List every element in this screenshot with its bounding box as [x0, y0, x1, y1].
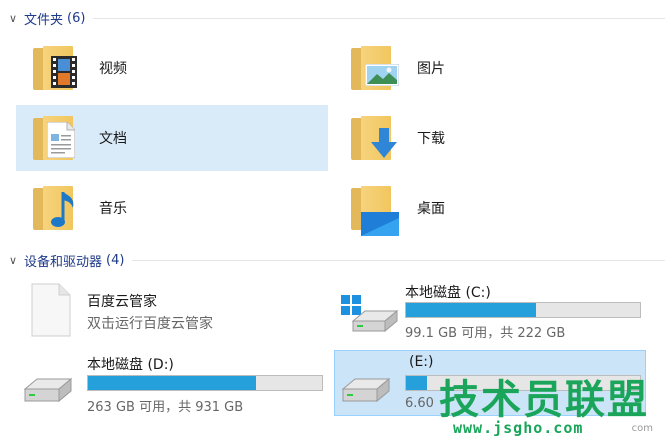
- folders-group-header[interactable]: ∨ 文件夹 (6): [0, 7, 669, 29]
- folders-group-count: (6): [67, 10, 86, 26]
- folder-label: 图片: [417, 61, 445, 77]
- folder-label: 视频: [99, 61, 127, 77]
- hard-drive-icon: [23, 377, 73, 403]
- videos-folder-icon: [29, 40, 85, 96]
- folder-tile-downloads[interactable]: 下载: [334, 105, 646, 171]
- blank-file-icon: [31, 283, 71, 337]
- devices-group-title: 设备和驱动器: [24, 254, 103, 270]
- drive-name: 本地磁盘 (C:): [405, 285, 491, 301]
- folder-label: 文档: [99, 131, 127, 147]
- group-divider: [93, 17, 665, 19]
- drive-usage-bar: [87, 375, 323, 391]
- group-divider: [132, 259, 665, 261]
- app-tile-baidu-cloud[interactable]: 百度云管家 双击运行百度云管家: [16, 278, 328, 340]
- drive-free-space: 99.1 GB 可用，共 222 GB: [405, 326, 566, 341]
- drive-usage-fill: [88, 376, 256, 390]
- chevron-down-icon[interactable]: ∨: [2, 12, 24, 25]
- folder-tile-videos[interactable]: 视频: [16, 35, 328, 101]
- drive-tile-c[interactable]: 本地磁盘 (C:) 99.1 GB 可用，共 222 GB: [334, 278, 646, 341]
- watermark-url: www.jsgho.com: [453, 419, 584, 437]
- drive-usage-fill: [406, 303, 536, 317]
- folder-tile-desktop[interactable]: 桌面: [334, 175, 646, 241]
- hard-drive-icon: [341, 377, 391, 403]
- explorer-this-pc: ∨ 文件夹 (6) 视频 图片 文档 下载 音乐 桌面 ∨ 设备和驱动器 (4)…: [0, 0, 669, 445]
- app-name: 百度云管家: [87, 294, 157, 310]
- pictures-folder-icon: [347, 40, 403, 96]
- drive-free-space: 263 GB 可用，共 931 GB: [87, 400, 244, 415]
- desktop-folder-icon: [347, 180, 403, 236]
- devices-group-header[interactable]: ∨ 设备和驱动器 (4): [0, 249, 669, 271]
- windows-drive-icon: [341, 295, 399, 333]
- site-watermark: 技术员联盟 www.jsgho.com com: [419, 367, 659, 441]
- folder-label: 下载: [417, 131, 445, 147]
- drive-name: 本地磁盘 (D:): [87, 357, 174, 373]
- drive-tile-d[interactable]: 本地磁盘 (D:) 263 GB 可用，共 931 GB: [16, 350, 328, 416]
- app-subtitle: 双击运行百度云管家: [87, 316, 213, 332]
- documents-folder-icon: [29, 110, 85, 166]
- folder-tile-pictures[interactable]: 图片: [334, 35, 646, 101]
- music-folder-icon: [29, 180, 85, 236]
- downloads-folder-icon: [347, 110, 403, 166]
- drive-usage-bar: [405, 302, 641, 318]
- devices-group-count: (4): [106, 252, 125, 268]
- chevron-down-icon[interactable]: ∨: [2, 254, 24, 267]
- watermark-suffix: com: [631, 423, 653, 434]
- watermark-title: 技术员联盟: [439, 377, 649, 423]
- folders-group-title: 文件夹: [24, 12, 64, 28]
- folder-tile-documents[interactable]: 文档: [16, 105, 328, 171]
- folder-tile-music[interactable]: 音乐: [16, 175, 328, 241]
- folder-label: 音乐: [99, 201, 127, 217]
- folder-label: 桌面: [417, 201, 445, 217]
